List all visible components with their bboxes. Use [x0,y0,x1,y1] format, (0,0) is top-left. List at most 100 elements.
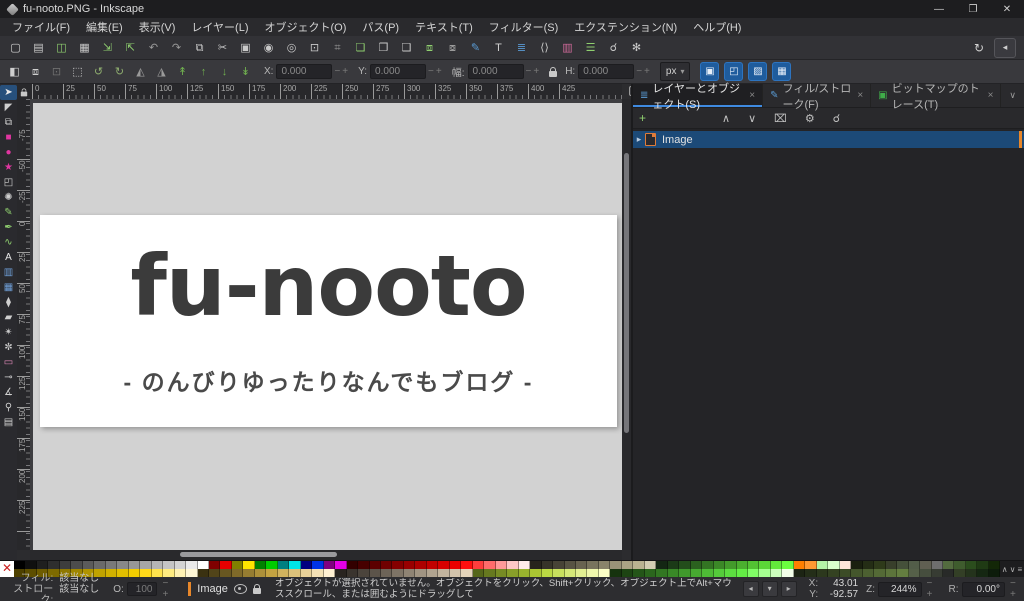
color-swatch[interactable] [472,561,485,569]
text-tool[interactable]: A [0,250,17,265]
color-swatch[interactable] [908,561,921,569]
color-swatch[interactable] [403,569,416,577]
color-swatch[interactable] [679,569,691,577]
color-swatch[interactable] [954,561,966,569]
color-swatch[interactable] [954,569,966,577]
lock-ratio-icon[interactable] [549,66,558,77]
color-swatch[interactable] [369,569,381,577]
color-swatch[interactable] [254,561,267,569]
scale-stroke-toggle[interactable]: ▣ [700,62,720,81]
lower-to-bottom-icon[interactable]: ↡ [239,64,252,80]
height-input[interactable]: 0.000 [578,64,635,79]
color-swatch[interactable] [736,569,748,577]
color-swatch[interactable] [163,569,175,577]
color-swatch[interactable] [25,561,37,569]
close-button[interactable]: ✕ [990,0,1024,18]
color-swatch[interactable] [518,569,531,577]
palette-scroll-down-icon[interactable]: ∨ [1010,565,1016,574]
prev-layer-button[interactable]: ◂ [742,581,759,597]
raise-to-top-icon[interactable]: ↟ [176,64,189,80]
color-swatch[interactable] [942,561,955,569]
color-swatch[interactable] [369,561,381,569]
color-swatch[interactable] [197,561,209,569]
color-swatch[interactable] [782,569,794,577]
color-swatch[interactable] [965,561,978,569]
box3d-tool[interactable]: ◰ [0,175,17,190]
color-swatch[interactable] [128,561,141,569]
color-swatch[interactable] [381,561,393,569]
measure-tool[interactable]: ∡ [0,385,17,400]
view-frame-icon[interactable]: ⌗ [330,40,345,56]
spray-tool[interactable]: ✼ [0,340,17,355]
tweak-tool[interactable]: ✴ [0,325,17,340]
ellipse-tool[interactable]: ● [0,145,17,160]
star-tool[interactable]: ★ [0,160,17,175]
palette-menu-icon[interactable]: ≡ [1018,565,1023,574]
pen-tool[interactable]: ✒ [0,220,17,235]
gradient-tool[interactable]: ▥ [0,265,17,280]
color-swatch[interactable] [48,561,60,569]
color-swatch[interactable] [610,569,622,577]
color-swatch[interactable] [564,569,576,577]
open-document-icon[interactable]: ▤ [31,40,46,56]
canvas-viewport[interactable]: fu-nooto - のんびりゆったりなんでもブログ - [30,99,622,550]
color-swatch[interactable] [381,569,393,577]
color-swatch[interactable] [713,561,726,569]
menu-view[interactable]: 表示(V) [131,19,184,35]
unlink-clone-icon[interactable]: ❑ [399,40,414,56]
color-swatch[interactable] [208,569,221,577]
create-clone-icon[interactable]: ❐ [376,40,391,56]
color-swatch[interactable] [644,569,657,577]
color-swatch[interactable] [472,569,485,577]
color-swatch[interactable] [266,561,278,569]
close-icon[interactable]: × [988,90,994,101]
mesh-tool[interactable]: ▦ [0,280,17,295]
rectangle-tool[interactable]: ■ [0,130,17,145]
color-swatch[interactable] [656,561,668,569]
dropper-tool[interactable]: ⧫ [0,295,17,310]
color-swatch[interactable] [392,561,404,569]
color-swatch[interactable] [725,569,737,577]
color-swatch[interactable] [633,561,645,569]
selector-tool[interactable]: ➤ [0,85,17,100]
color-swatch[interactable] [335,569,347,577]
color-swatch[interactable] [518,561,531,569]
color-swatch[interactable] [621,569,634,577]
color-swatch[interactable] [690,569,703,577]
ungroup-icon[interactable]: ⧇ [445,40,460,56]
color-swatch[interactable] [897,561,909,569]
color-swatch[interactable] [816,561,829,569]
align-distribute-icon[interactable]: ☰ [583,40,598,56]
group-icon[interactable]: ⧈ [422,40,437,56]
redo-icon[interactable]: ↷ [169,40,184,56]
color-swatch[interactable] [862,569,875,577]
color-swatch[interactable] [793,569,806,577]
chevron-down-icon[interactable]: ∨ [1001,90,1024,101]
color-swatch[interactable] [793,561,806,569]
fill-stroke-dialog-icon[interactable]: ✎ [468,40,483,56]
color-swatch[interactable] [346,561,359,569]
rotation-spinner[interactable]: −+ [1010,578,1024,600]
select-all-icon[interactable]: ◧ [8,64,21,80]
color-swatch[interactable] [851,569,863,577]
color-swatch[interactable] [231,561,244,569]
color-swatch[interactable] [862,561,875,569]
delete-layer-icon[interactable]: ⌧ [774,112,787,125]
color-swatch[interactable] [541,561,554,569]
paint-bucket-tool[interactable]: ▰ [0,310,17,325]
color-swatch[interactable] [725,561,737,569]
new-document-icon[interactable]: ▢ [8,40,23,56]
flip-horizontal-icon[interactable]: ◭ [134,64,147,80]
connector-tool[interactable]: ⊸ [0,370,17,385]
scale-corners-toggle[interactable]: ◰ [724,62,744,81]
color-swatch[interactable] [312,561,324,569]
color-swatch[interactable] [495,569,508,577]
restore-button[interactable]: ❐ [956,0,990,18]
color-swatch[interactable] [117,569,129,577]
color-swatch[interactable] [151,569,164,577]
color-swatch[interactable] [759,569,771,577]
eraser-tool[interactable]: ▭ [0,355,17,370]
color-swatch[interactable] [358,569,370,577]
y-spinner[interactable]: −+ [428,66,444,77]
color-swatch[interactable] [289,561,301,569]
